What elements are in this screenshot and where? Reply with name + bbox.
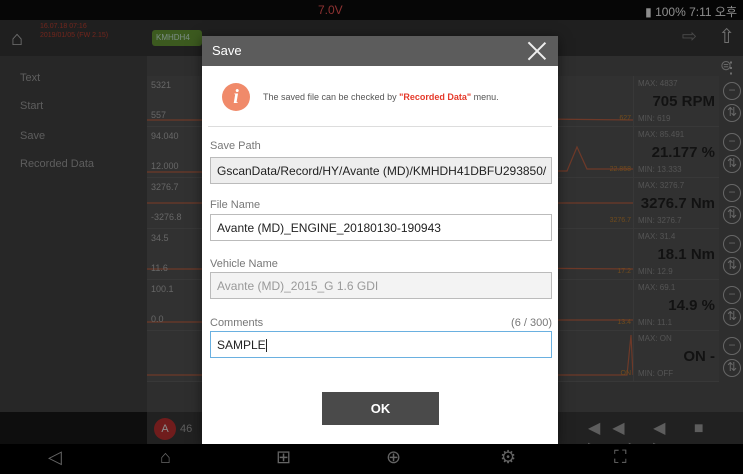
- file-name-label: File Name: [210, 199, 261, 211]
- text-caret: [265, 339, 267, 353]
- dialog-title: Save: [212, 43, 242, 58]
- save-dialog: Save i The saved file can be checked by …: [202, 36, 558, 444]
- vehicle-name-field: Avante (MD)_2015_G 1.6 GDI: [210, 272, 552, 299]
- close-icon[interactable]: [526, 40, 548, 62]
- save-path-field: GscanData/Record/HY/Avante (MD)/KMHDH41D…: [210, 157, 552, 184]
- vehicle-name-label: Vehicle Name: [210, 258, 278, 270]
- divider: [208, 126, 552, 127]
- comments-value: SAMPLE: [217, 338, 266, 352]
- dialog-title-bar: Save: [202, 36, 558, 66]
- recorded-data-link: "Recorded Data": [399, 92, 472, 102]
- ok-button[interactable]: OK: [322, 392, 439, 425]
- comments-counter: (6 / 300): [511, 317, 552, 329]
- save-path-label: Save Path: [210, 140, 261, 152]
- comments-input[interactable]: SAMPLE: [210, 331, 552, 358]
- info-message: The saved file can be checked by "Record…: [263, 92, 499, 102]
- info-icon: i: [222, 83, 250, 111]
- info-prefix: The saved file can be checked by: [263, 92, 400, 102]
- file-name-input[interactable]: Avante (MD)_ENGINE_20180130-190943: [210, 214, 552, 241]
- comments-label: Comments: [210, 317, 264, 329]
- info-suffix: menu.: [471, 92, 499, 102]
